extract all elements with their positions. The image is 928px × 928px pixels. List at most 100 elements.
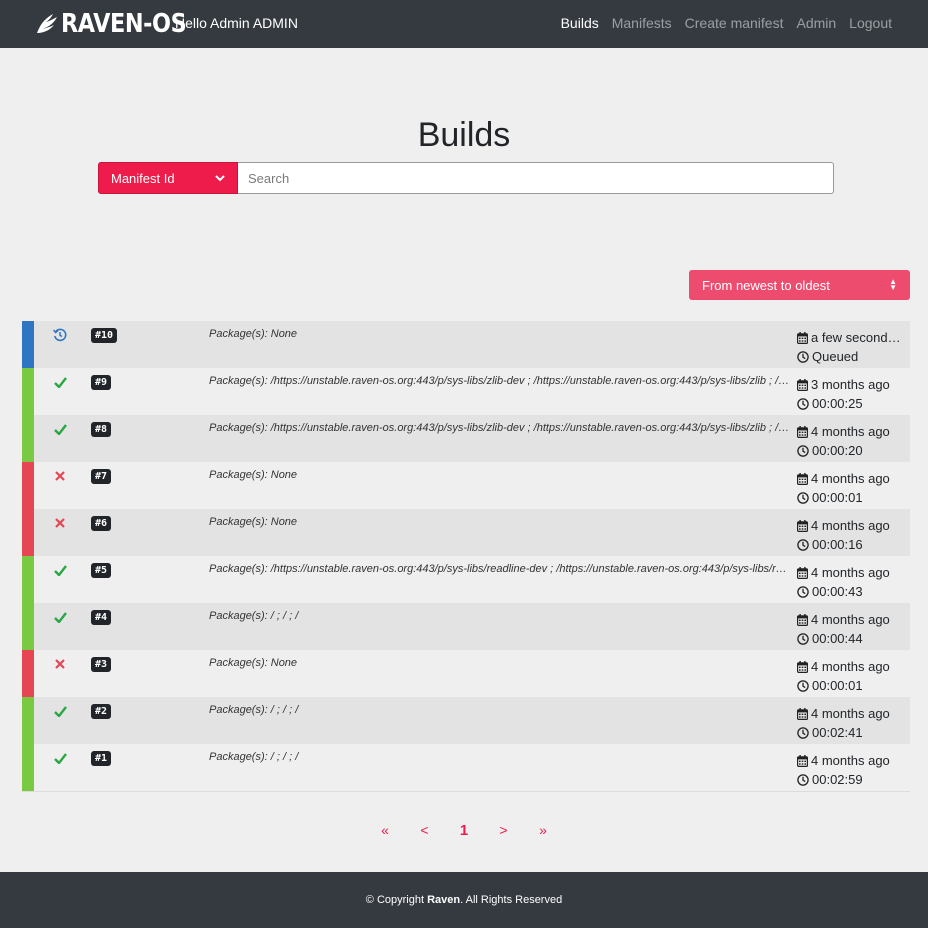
nav-link-admin[interactable]: Admin — [796, 15, 836, 31]
build-packages: Package(s): None — [209, 657, 298, 669]
build-packages: Package(s): None — [209, 328, 298, 340]
page-current[interactable]: 1 — [444, 822, 484, 839]
build-meta: 3 months ago 00:00:25 — [797, 375, 903, 413]
build-packages: Package(s): None — [209, 516, 298, 528]
build-number-badge[interactable]: #2 — [91, 704, 112, 719]
footer-suffix: . All Rights Reserved — [460, 894, 563, 906]
status-bar — [22, 603, 34, 650]
page-first-button[interactable]: « — [365, 822, 405, 839]
build-row[interactable]: #2 Package(s): / ; / ; / 4 months ago 00:02… — [22, 697, 910, 744]
clock-icon — [797, 632, 809, 645]
build-date: 4 months ago — [811, 518, 890, 533]
build-row[interactable]: #1 Package(s): / ; / ; / 4 months ago 00:02… — [22, 744, 910, 791]
build-duration: 00:02:59 — [812, 772, 863, 787]
clock-icon — [797, 726, 809, 739]
build-date: 4 months ago — [811, 471, 890, 486]
search-input[interactable] — [238, 162, 834, 194]
build-row[interactable]: #10 Package(s): None a few seconds ago Queu… — [22, 321, 910, 368]
status-bar — [22, 462, 34, 509]
build-meta: 4 months ago 00:00:01 — [797, 657, 903, 695]
build-packages: Package(s): / ; / ; / — [209, 610, 299, 622]
status-bar — [22, 321, 34, 368]
build-duration: Queued — [812, 349, 859, 364]
build-date: 4 months ago — [811, 659, 890, 674]
sort-arrows-icon: ▲ ▼ — [889, 277, 897, 292]
build-meta: 4 months ago 00:00:01 — [797, 469, 903, 507]
build-packages: Package(s): / ; / ; / — [209, 704, 299, 716]
calendar-icon — [797, 707, 808, 720]
build-date: a few seconds ago — [811, 330, 903, 345]
sort-order-select[interactable]: From newest to oldest ▲ ▼ — [689, 270, 910, 300]
build-meta: 4 months ago 00:02:41 — [797, 704, 903, 742]
build-number-badge[interactable]: #7 — [91, 469, 112, 484]
search-group: Manifest Id — [98, 162, 834, 194]
check-icon — [53, 704, 67, 718]
build-number-badge[interactable]: #8 — [91, 422, 112, 437]
build-number-badge[interactable]: #6 — [91, 516, 112, 531]
calendar-icon — [797, 660, 808, 673]
clock-icon — [797, 679, 809, 692]
cross-icon — [53, 469, 67, 483]
top-navbar: RAVEN-OS Hello Admin ADMIN Builds Manife… — [0, 0, 928, 48]
build-number-badge[interactable]: #5 — [91, 563, 112, 578]
status-bar — [22, 744, 34, 791]
build-duration: 00:00:44 — [812, 631, 863, 646]
history-icon — [53, 328, 67, 342]
clock-icon — [797, 585, 809, 598]
build-number-badge[interactable]: #10 — [91, 328, 118, 343]
build-number-badge[interactable]: #1 — [91, 751, 112, 766]
nav-link-create-manifest[interactable]: Create manifest — [685, 15, 784, 31]
search-filter-label: Manifest Id — [111, 170, 175, 186]
build-meta: 4 months ago 00:02:59 — [797, 751, 903, 789]
search-filter-select[interactable]: Manifest Id — [98, 162, 238, 194]
build-list: #10 Package(s): None a few seconds ago Queu… — [22, 321, 910, 792]
build-date: 4 months ago — [811, 612, 890, 627]
footer-copyright: © Copyright Raven. All Rights Reserved — [366, 894, 562, 906]
chevron-down-icon — [215, 174, 225, 181]
calendar-icon — [797, 472, 808, 485]
build-number-badge[interactable]: #9 — [91, 375, 112, 390]
calendar-icon — [797, 425, 808, 438]
build-meta: 4 months ago 00:00:44 — [797, 610, 903, 648]
build-meta: 4 months ago 00:00:16 — [797, 516, 903, 554]
cross-icon — [53, 516, 67, 530]
build-row[interactable]: #8 Package(s): /https://unstable.raven-os… — [22, 415, 910, 462]
clock-icon — [797, 773, 809, 786]
build-packages: Package(s): /https://unstable.raven-os.o… — [209, 422, 791, 434]
build-row[interactable]: #5 Package(s): /https://unstable.raven-os… — [22, 556, 910, 603]
build-duration: 00:00:25 — [812, 396, 863, 411]
page-last-button[interactable]: » — [523, 822, 563, 839]
page-prev-button[interactable]: < — [405, 822, 445, 839]
footer-brand: Raven — [427, 894, 461, 906]
footer: © Copyright Raven. All Rights Reserved — [0, 872, 928, 928]
build-row[interactable]: #3 Package(s): None 4 months ago 00:00:01 — [22, 650, 910, 697]
check-icon — [53, 422, 67, 436]
build-duration: 00:02:41 — [812, 725, 863, 740]
page-next-button[interactable]: > — [484, 822, 524, 839]
build-duration: 00:00:20 — [812, 443, 863, 458]
build-row[interactable]: #4 Package(s): / ; / ; / 4 months ago 00:00… — [22, 603, 910, 650]
build-number-badge[interactable]: #4 — [91, 610, 112, 625]
nav-link-manifests[interactable]: Manifests — [612, 15, 672, 31]
status-bar — [22, 697, 34, 744]
build-number-badge[interactable]: #3 — [91, 657, 112, 672]
nav-link-builds[interactable]: Builds — [561, 15, 599, 31]
build-date: 3 months ago — [811, 377, 890, 392]
clock-icon — [797, 397, 809, 410]
build-row[interactable]: #6 Package(s): None 4 months ago 00:00:16 — [22, 509, 910, 556]
status-bar — [22, 509, 34, 556]
build-meta: 4 months ago 00:00:20 — [797, 422, 903, 460]
build-packages: Package(s): /https://unstable.raven-os.o… — [209, 563, 791, 575]
build-row[interactable]: #9 Package(s): /https://unstable.raven-os… — [22, 368, 910, 415]
build-packages: Package(s): None — [209, 469, 298, 481]
build-row[interactable]: #7 Package(s): None 4 months ago 00:00:01 — [22, 462, 910, 509]
nav-link-logout[interactable]: Logout — [849, 15, 892, 31]
check-icon — [53, 751, 67, 765]
build-packages: Package(s): /https://unstable.raven-os.o… — [209, 375, 791, 387]
greeting-text: Hello Admin ADMIN — [175, 15, 298, 31]
build-date: 4 months ago — [811, 565, 890, 580]
build-duration: 00:00:01 — [812, 678, 863, 693]
build-duration: 00:00:43 — [812, 584, 863, 599]
calendar-icon — [797, 378, 808, 391]
calendar-icon — [797, 566, 808, 579]
